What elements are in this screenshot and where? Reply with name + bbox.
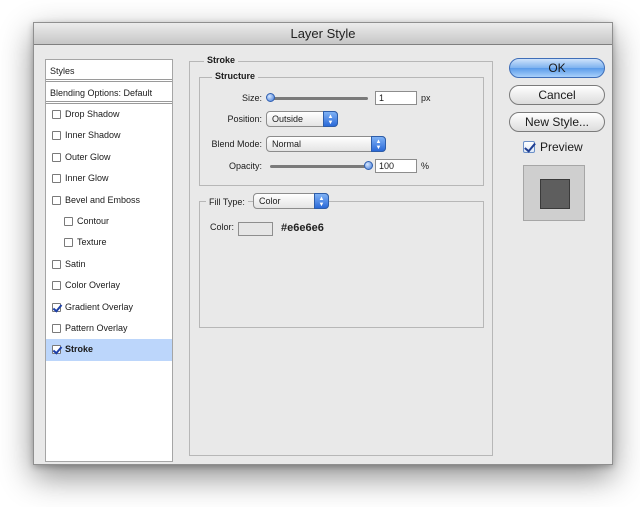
styles-header[interactable]: Styles (46, 60, 172, 82)
fill-type-label: Fill Type: (206, 197, 248, 207)
size-input[interactable]: 1 (375, 91, 417, 105)
style-checkbox[interactable] (52, 323, 61, 333)
opacity-input[interactable]: 100 (375, 159, 417, 173)
new-style-button[interactable]: New Style... (509, 112, 605, 132)
blend-mode-label: Blend Mode: (211, 139, 262, 149)
style-item-label: Gradient Overlay (65, 301, 134, 312)
style-item-label: Pattern Overlay (65, 322, 128, 333)
structure-group: Structure Size: 1 px Position: Outside ▲… (199, 71, 484, 186)
preview-square (540, 179, 570, 209)
preview-checkbox[interactable] (523, 141, 535, 153)
cancel-button[interactable]: Cancel (509, 85, 605, 105)
style-checkbox[interactable] (52, 174, 61, 184)
opacity-slider[interactable] (270, 165, 368, 168)
size-unit: px (421, 93, 431, 103)
dialog-title: Layer Style (34, 23, 612, 45)
preview-label: Preview (540, 140, 583, 154)
size-slider-knob[interactable] (266, 93, 275, 102)
style-item-label: Stroke (65, 344, 94, 355)
layer-style-dialog: Layer Style Styles Blending Options: Def… (33, 22, 613, 465)
style-checkbox[interactable] (52, 195, 61, 205)
style-item-label: Contour (77, 215, 110, 226)
position-select[interactable]: Outside ▲ ▼ (266, 111, 338, 127)
style-checkbox[interactable] (52, 281, 61, 291)
style-item-label: Inner Glow (65, 173, 109, 184)
fill-type-dropdown-arrow-icon: ▲ ▼ (314, 193, 329, 209)
ok-button[interactable]: OK (509, 58, 605, 78)
style-checkbox[interactable] (52, 152, 61, 162)
color-swatch[interactable] (238, 222, 273, 236)
style-item-drop-shadow[interactable]: Drop Shadow (46, 104, 172, 125)
style-checkbox[interactable] (52, 110, 61, 119)
style-checkbox[interactable] (52, 131, 61, 141)
style-item-satin[interactable]: Satin (46, 254, 172, 275)
style-item-bevel-and-emboss[interactable]: Bevel and Emboss (46, 190, 172, 211)
stroke-group: Stroke Structure Size: 1 px Position: Ou… (189, 55, 493, 456)
style-item-gradient-overlay[interactable]: Gradient Overlay (46, 297, 172, 318)
size-label: Size: (241, 93, 262, 103)
style-item-texture[interactable]: Texture (46, 232, 172, 253)
blend-mode-value: Normal (272, 139, 302, 149)
style-item-outer-glow[interactable]: Outer Glow (46, 147, 172, 168)
stroke-group-title: Stroke (204, 55, 239, 65)
style-item-label: Texture (77, 237, 107, 248)
style-checkbox[interactable] (52, 259, 61, 269)
style-item-label: Outer Glow (65, 151, 111, 162)
blend-mode-select[interactable]: Normal ▲ ▼ (266, 136, 386, 152)
position-label: Position: (227, 114, 262, 124)
style-item-label: Inner Shadow (65, 130, 121, 141)
style-item-contour[interactable]: Contour (46, 211, 172, 232)
style-checkbox[interactable] (52, 302, 61, 312)
structure-group-title: Structure (212, 71, 259, 81)
style-item-label: Satin (65, 258, 86, 269)
style-item-inner-shadow[interactable]: Inner Shadow (46, 125, 172, 146)
fill-type-group: Fill Type: Color ▲ ▼ Color: #e6e6e6 (199, 193, 484, 328)
style-checkbox[interactable] (64, 216, 73, 226)
position-dropdown-arrow-icon: ▲ ▼ (323, 111, 338, 127)
style-item-label: Color Overlay (65, 280, 121, 291)
position-value: Outside (272, 114, 304, 124)
fill-type-select[interactable]: Color ▲ ▼ (253, 193, 329, 209)
style-checkbox[interactable] (64, 238, 73, 248)
color-hex-text: #e6e6e6 (281, 222, 324, 234)
opacity-slider-knob[interactable] (364, 161, 373, 170)
style-item-label: Bevel and Emboss (65, 194, 141, 205)
fill-type-value: Color (259, 196, 281, 206)
size-slider[interactable] (270, 97, 368, 100)
opacity-label: Opacity: (228, 161, 262, 171)
style-item-label: Drop Shadow (65, 109, 120, 119)
color-label: Color: (210, 222, 235, 232)
blend-mode-dropdown-arrow-icon: ▲ ▼ (371, 136, 386, 152)
style-item-inner-glow[interactable]: Inner Glow (46, 168, 172, 189)
style-item-stroke[interactable]: Stroke (46, 339, 172, 361)
style-item-color-overlay[interactable]: Color Overlay (46, 275, 172, 296)
effects-list: Drop Shadow Inner Shadow Outer Glow Inner G… (46, 104, 172, 361)
style-item-pattern-overlay[interactable]: Pattern Overlay (46, 318, 172, 339)
style-checkbox[interactable] (52, 345, 61, 355)
blending-options-item[interactable]: Blending Options: Default (46, 82, 172, 104)
style-preview-thumbnail (523, 165, 585, 221)
styles-list: Styles Blending Options: Default Drop Sh… (45, 59, 173, 462)
opacity-unit: % (421, 161, 430, 171)
